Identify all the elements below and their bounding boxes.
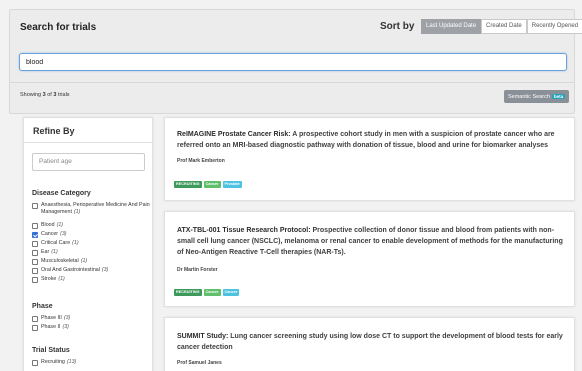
filter-phase-ii[interactable]: Phase II (3) xyxy=(32,324,150,331)
checkbox[interactable] xyxy=(32,359,38,366)
filter-phase-iii[interactable]: Phase III (3) xyxy=(32,315,150,322)
page-title: Search for trials xyxy=(20,22,97,33)
trial-investigator: Prof Samuel Janes xyxy=(177,360,222,366)
divider xyxy=(10,82,574,83)
patient-age-input[interactable]: Patient age xyxy=(32,153,145,171)
trial-tags: RECRUITING Cancer Prostate xyxy=(174,181,242,188)
sort-created-date-button[interactable]: Created Date xyxy=(481,19,527,34)
filter-stroke[interactable]: Stroke (1) xyxy=(32,276,150,283)
checkbox[interactable] xyxy=(32,240,38,247)
search-input[interactable] xyxy=(19,53,567,71)
trial-investigator: Prof Mark Emberton xyxy=(177,158,225,164)
beta-badge: beta xyxy=(551,94,566,99)
filter-blood[interactable]: Blood (1) xyxy=(32,222,150,229)
refine-title: Refine By xyxy=(33,126,75,136)
sort-last-updated-button[interactable]: Last Updated Date xyxy=(421,19,482,34)
sort-button-group: Last Updated Date Created Date Recently … xyxy=(421,19,582,34)
status-badge: RECRUITING xyxy=(174,289,202,296)
semantic-search-button[interactable]: Semantic Search beta xyxy=(504,90,570,103)
sort-by-label: Sort by xyxy=(380,21,415,32)
subcategory-badge: Cancer xyxy=(222,289,240,296)
filter-ear[interactable]: Ear (1) xyxy=(32,249,150,256)
category-badge: Cancer xyxy=(203,181,221,188)
sort-recently-opened-button[interactable]: Recently Opened xyxy=(526,19,582,34)
checkbox[interactable] xyxy=(32,258,38,265)
trial-title[interactable]: ATX-TBL-001 Tissue Research Protocol: Pr… xyxy=(177,225,569,258)
trial-card[interactable]: ATX-TBL-001 Tissue Research Protocol: Pr… xyxy=(164,211,575,307)
checkbox[interactable] xyxy=(32,324,38,331)
trial-card[interactable]: ReIMAGINE Prostate Cancer Risk: A prospe… xyxy=(164,117,575,201)
disease-category-title: Disease Category xyxy=(32,190,91,197)
checkbox[interactable] xyxy=(32,222,38,229)
subcategory-badge: Prostate xyxy=(222,181,242,188)
trial-card[interactable]: SUMMIT Study: Lung cancer screening stud… xyxy=(164,317,575,371)
filter-musculoskeletal[interactable]: Musculoskeletal (1) xyxy=(32,258,150,265)
filter-cancer[interactable]: Cancer (3) xyxy=(32,231,150,238)
filter-oral-gastrointestinal[interactable]: Oral And Gastrointestinal (3) xyxy=(32,267,150,274)
refine-sidebar: Refine By Patient age Disease Category A… xyxy=(23,117,153,371)
trial-status-title: Trial Status xyxy=(32,347,70,354)
checkbox[interactable] xyxy=(32,267,38,274)
category-badge: Cancer xyxy=(203,289,221,296)
checkbox[interactable] xyxy=(32,315,38,322)
trial-investigator: Dr Martin Forster xyxy=(177,267,218,273)
search-panel: Search for trials Sort by Last Updated D… xyxy=(9,9,582,114)
filter-anaesthesia[interactable]: Anaesthesia, Perioperative Medicine And … xyxy=(32,202,150,216)
status-badge: RECRUITING xyxy=(174,181,202,188)
trial-title[interactable]: SUMMIT Study: Lung cancer screening stud… xyxy=(177,331,569,353)
checkbox[interactable] xyxy=(32,202,38,209)
trial-tags: RECRUITING Cancer Cancer xyxy=(174,289,240,296)
trial-title[interactable]: ReIMAGINE Prostate Cancer Risk: A prospe… xyxy=(177,129,569,151)
checkbox[interactable] xyxy=(32,276,38,283)
phase-title: Phase xyxy=(32,303,53,310)
checkbox-checked[interactable] xyxy=(32,231,38,238)
filter-recruiting[interactable]: Recruiting (13) xyxy=(32,359,150,366)
filter-critical-care[interactable]: Critical Care (1) xyxy=(32,240,150,247)
divider xyxy=(24,142,152,143)
results-count: Showing 3 of 3 trials xyxy=(20,92,70,98)
checkbox[interactable] xyxy=(32,249,38,256)
